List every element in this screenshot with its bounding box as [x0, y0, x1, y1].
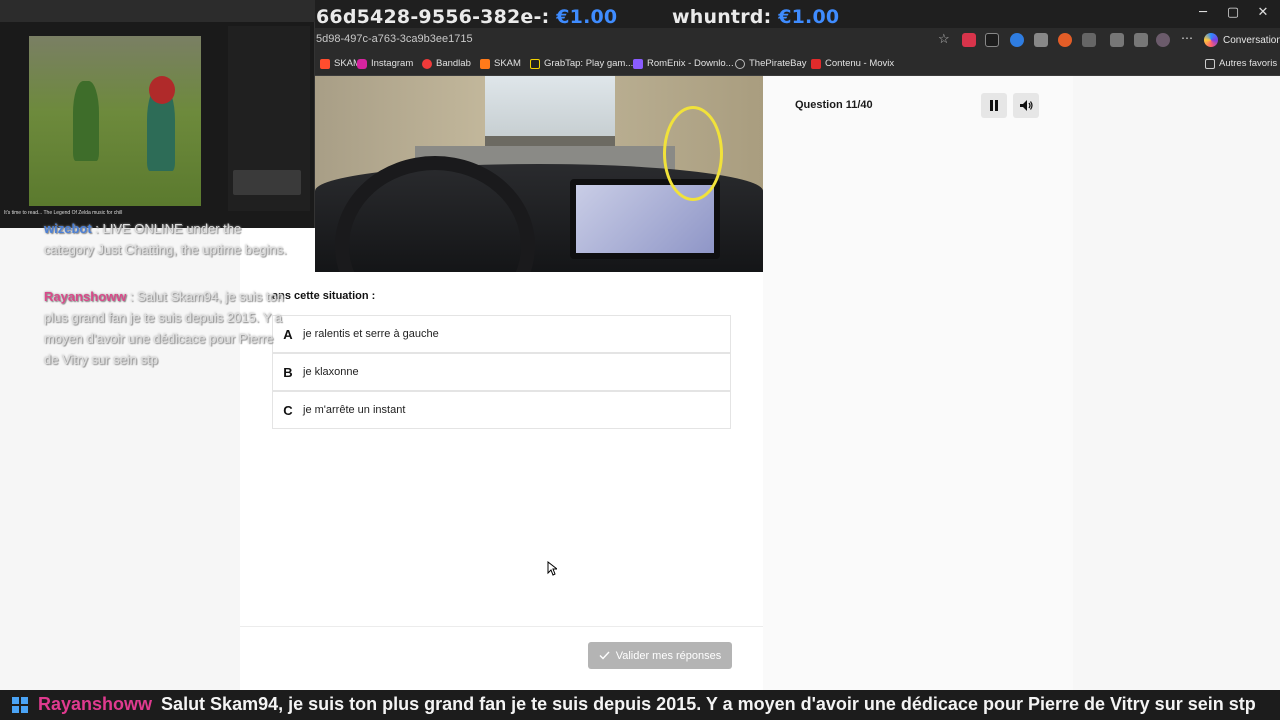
answer-option-a[interactable]: A je ralentis et serre à gauche: [272, 315, 731, 353]
romenix-icon: [633, 58, 643, 69]
stream-webcam-overlay: It's time to read... The Legend Of Zelda…: [0, 0, 315, 228]
question-counter: Question 11/40: [795, 99, 873, 111]
instagram-icon: [357, 58, 367, 69]
bookmark-icon: [320, 58, 330, 69]
other-bookmarks[interactable]: Autres favoris: [1205, 58, 1277, 69]
chat-message: Rayanshoww : Salut Skam94, je suis ton p…: [44, 289, 284, 367]
game-character-hair: [149, 76, 175, 104]
close-window-button[interactable]: ✕: [1248, 2, 1278, 24]
stream-ticker: Rayanshoww Salut Skam94, je suis ton plu…: [0, 690, 1280, 720]
video-highlight-circle: [663, 106, 723, 201]
donation-amount: €1.00: [778, 6, 840, 28]
extension-icon[interactable]: [1110, 33, 1124, 47]
pause-button[interactable]: [981, 93, 1007, 118]
extension-icon[interactable]: [962, 33, 976, 47]
bookmark-label: Instagram: [371, 58, 414, 69]
answer-text: je m'arrête un instant: [303, 404, 406, 416]
copilot-icon: [1204, 33, 1218, 47]
ticker-username: Rayanshoww: [38, 694, 153, 714]
quiz-side-panel: [763, 76, 1073, 690]
bookmark-label: Contenu - Movix: [825, 58, 895, 69]
bookmark-icon: [480, 58, 490, 69]
folder-icon: [1205, 58, 1215, 69]
globe-icon: [735, 58, 745, 69]
validate-label: Valider mes réponses: [615, 649, 722, 662]
extension-icon[interactable]: [1034, 33, 1048, 47]
pause-icon: [990, 100, 998, 111]
page-background-right: [1073, 76, 1280, 690]
other-bookmarks-label: Autres favoris: [1219, 58, 1278, 69]
volume-button[interactable]: [1013, 93, 1039, 118]
bookmark-label: SKAM: [494, 58, 521, 69]
donation-amount: €1.00: [556, 6, 618, 28]
grabtap-icon: [530, 58, 540, 69]
footer-divider: [240, 626, 763, 627]
extension-icon[interactable]: [985, 33, 999, 47]
more-icon[interactable]: ⋯: [1181, 31, 1193, 45]
conversation-button[interactable]: Conversation: [1204, 31, 1280, 49]
chat-message: wizebot : LIVE ONLINE under the category…: [44, 221, 287, 257]
donation-id: whuntrd:: [672, 6, 772, 28]
bookmark-label: ThePirateBay: [749, 58, 807, 69]
bookmark-item[interactable]: RomEnix - Downlo...: [633, 58, 734, 69]
answer-text: je klaxonne: [303, 366, 359, 378]
ticker-message: Rayanshoww Salut Skam94, je suis ton plu…: [38, 694, 1256, 715]
bookmark-item[interactable]: GrabTap: Play gam...: [530, 58, 633, 69]
donation-alert: whuntrd: €1.00: [672, 6, 839, 28]
donation-id: 66d5428-9556-382e-:: [316, 6, 550, 28]
favorites-icon[interactable]: [1134, 33, 1148, 47]
overlay-browser-bar: [0, 0, 315, 22]
bookmark-label: RomEnix - Downlo...: [647, 58, 734, 69]
overlay-game-view: [29, 36, 201, 206]
ticker-text: Salut Skam94, je suis ton plus grand fan…: [161, 694, 1256, 714]
bookmark-label: GrabTap: Play gam...: [544, 58, 634, 69]
star-icon[interactable]: ☆: [938, 31, 950, 47]
answer-letter: C: [283, 402, 293, 418]
extension-icon[interactable]: [1058, 33, 1072, 47]
question-video[interactable]: [315, 76, 763, 272]
answer-option-b[interactable]: B je klaxonne: [272, 353, 731, 391]
bookmark-item[interactable]: Contenu - Movix: [811, 58, 894, 69]
check-icon: [599, 651, 610, 660]
avatar[interactable]: [1156, 33, 1170, 47]
extension-icon[interactable]: [1082, 33, 1096, 47]
volume-icon: [1019, 100, 1033, 111]
mouse-cursor-icon: [547, 561, 557, 576]
bandlab-icon: [422, 58, 432, 69]
validate-answers-button[interactable]: Valider mes réponses: [588, 642, 732, 669]
bookmark-item[interactable]: ThePirateBay: [735, 58, 807, 69]
bookmark-item[interactable]: SKAM: [320, 58, 361, 69]
game-character: [73, 81, 99, 161]
bookmark-item[interactable]: Instagram: [357, 58, 413, 69]
overlay-video-title: It's time to read... The Legend Of Zelda…: [4, 210, 123, 216]
extension-icon[interactable]: [1010, 33, 1024, 47]
url-field[interactable]: 5d98-497c-a763-3ca9b3ee1715: [316, 33, 473, 45]
bookmark-item[interactable]: SKAM: [480, 58, 521, 69]
maximize-button[interactable]: ▢: [1218, 2, 1248, 24]
bookmark-label: Bandlab: [436, 58, 471, 69]
chat-username: Rayanshoww: [44, 289, 127, 304]
chat-username: wizebot: [44, 221, 92, 236]
minimize-button[interactable]: ─: [1188, 2, 1218, 24]
windows-start-icon[interactable]: [12, 697, 28, 713]
movix-icon: [811, 58, 821, 69]
answer-text: je ralentis et serre à gauche: [303, 328, 439, 340]
donation-alert: 66d5428-9556-382e-: €1.00: [316, 6, 617, 28]
conversation-label: Conversation: [1223, 34, 1280, 46]
overlay-chat-message: [233, 170, 301, 195]
bookmark-item[interactable]: Bandlab: [422, 58, 471, 69]
answer-option-c[interactable]: C je m'arrête un instant: [272, 391, 731, 429]
